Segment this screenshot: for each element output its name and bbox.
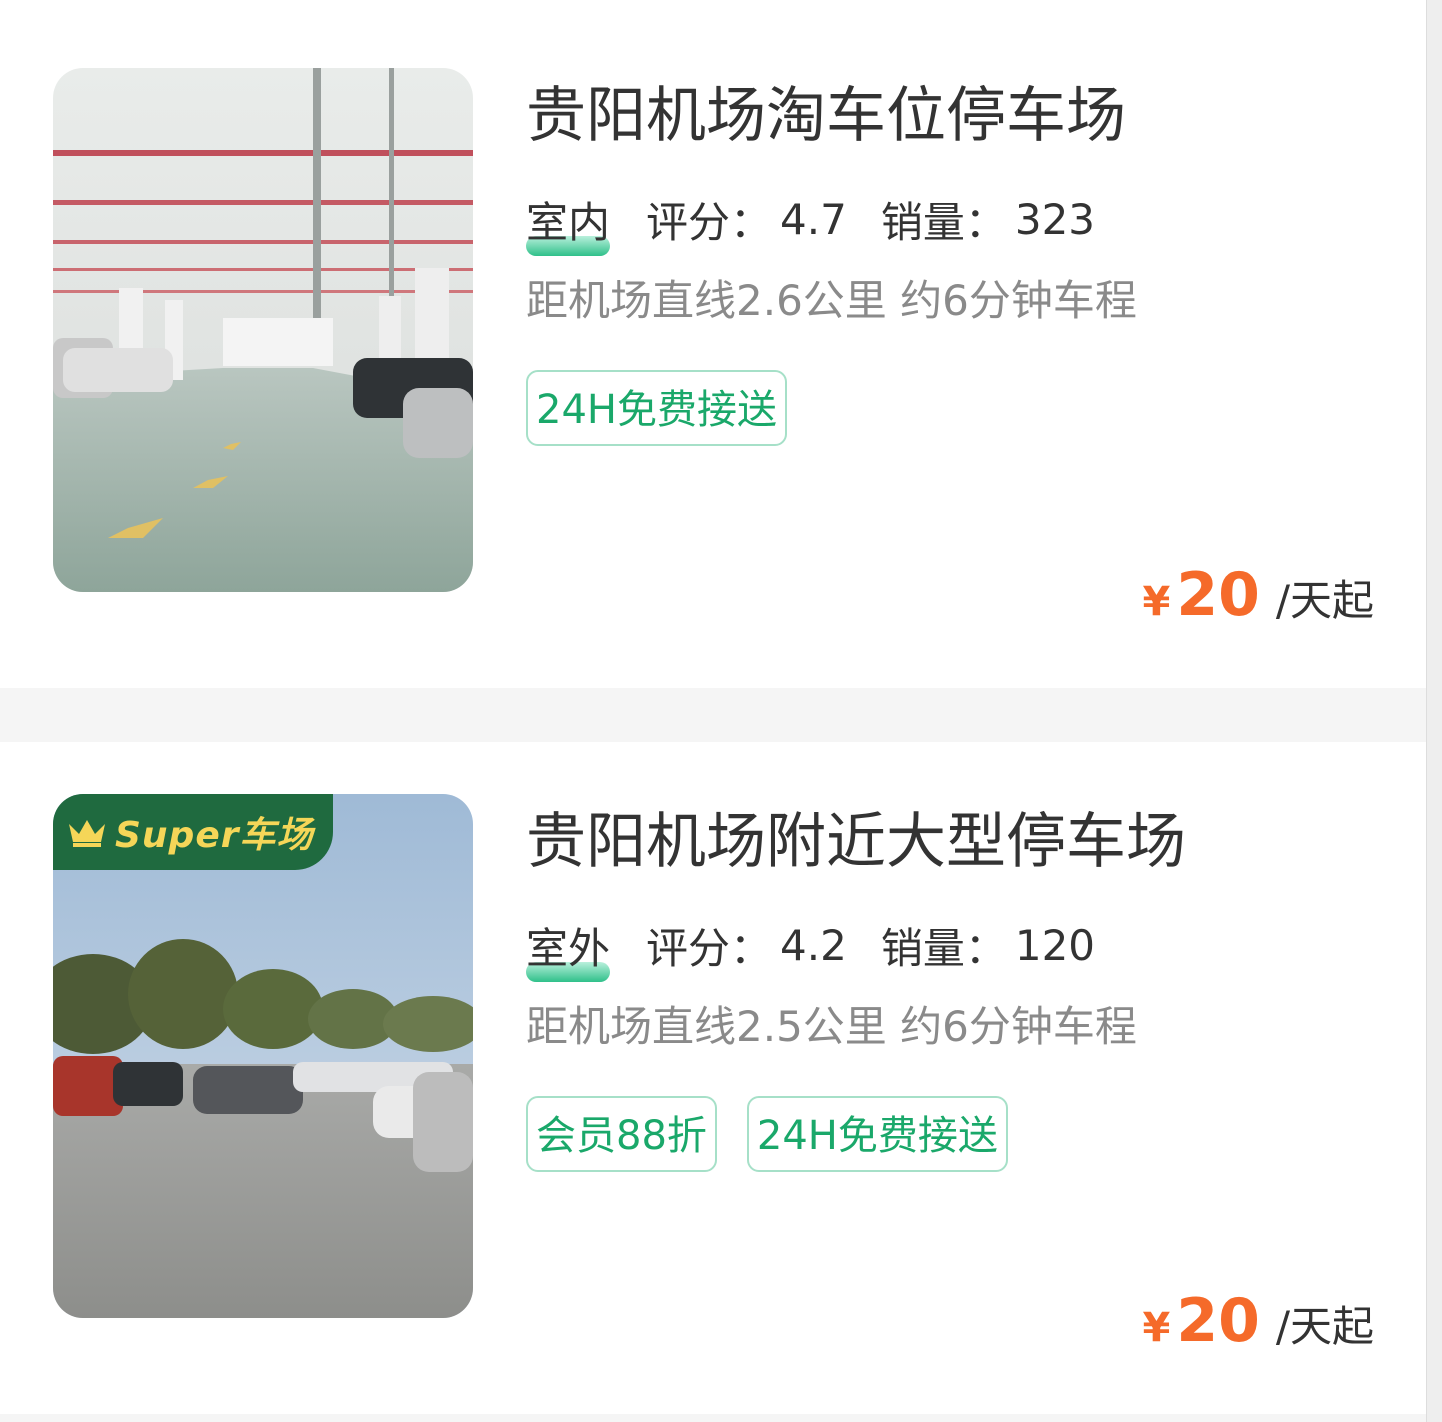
distance-text: 距机场直线2.5公里 约6分钟车程 [526, 1002, 1137, 1051]
scrollbar[interactable] [1426, 0, 1442, 1422]
feature-tags: 24H免费接送 [526, 370, 1390, 446]
sales-value: 323 [1014, 194, 1096, 244]
type-label: 室内 [526, 197, 611, 247]
type-tag: 室内 [526, 189, 611, 256]
super-parking-badge: Super车场 [53, 794, 333, 870]
feature-tag: 24H免费接送 [746, 1096, 1008, 1172]
parking-card[interactable]: 贵阳机场淘车位停车场 室内 评分： 4.7 销量： 323 距机场直线2.6公里… [0, 0, 1426, 688]
feature-tags: 会员88折 24H免费接送 [526, 1096, 1390, 1172]
price-value: 20 [1176, 560, 1260, 630]
price-currency: ¥ [1142, 1305, 1171, 1351]
rating-value: 4.7 [780, 194, 847, 244]
type-tag: 室外 [526, 915, 611, 982]
parking-info: 贵阳机场附近大型停车场 室外 评分： 4.2 销量： 120 距机场直线2.5公… [526, 804, 1390, 1172]
parking-list-page: 贵阳机场淘车位停车场 室内 评分： 4.7 销量： 323 距机场直线2.6公里… [0, 0, 1442, 1422]
type-label: 室外 [526, 923, 611, 973]
price: ¥ 20 /天起 [1143, 560, 1375, 630]
parking-name: 贵阳机场附近大型停车场 [526, 807, 1186, 877]
sales-value: 120 [1014, 920, 1096, 970]
parking-info: 贵阳机场淘车位停车场 室内 评分： 4.7 销量： 323 距机场直线2.6公里… [526, 78, 1390, 446]
outdoor-lot-photo: Super车场 [53, 794, 473, 1318]
rating-label: 评分： [646, 923, 773, 973]
price-unit: /天起 [1275, 576, 1374, 625]
meta-row: 室内 评分： 4.7 销量： 323 [526, 194, 1390, 256]
price-unit: /天起 [1275, 1302, 1374, 1351]
crown-icon [69, 820, 105, 847]
meta-row: 室外 评分： 4.2 销量： 120 [526, 920, 1390, 982]
distance-text: 距机场直线2.6公里 约6分钟车程 [526, 276, 1137, 325]
sales-label: 销量： [880, 197, 1007, 247]
feature-tag: 24H免费接送 [526, 370, 787, 446]
price: ¥ 20 /天起 [1143, 1286, 1375, 1356]
parking-card[interactable]: Super车场 贵阳机场附近大型停车场 室外 评分： 4.2 销量： 120 距… [0, 742, 1426, 1414]
parking-name: 贵阳机场淘车位停车场 [526, 81, 1126, 151]
indoor-garage-photo [53, 68, 473, 592]
price-currency: ¥ [1142, 579, 1171, 625]
rating-label: 评分： [646, 197, 773, 247]
feature-tag: 会员88折 [526, 1096, 717, 1172]
super-badge-label: Super车场 [115, 815, 314, 856]
rating-value: 4.2 [780, 920, 847, 970]
price-value: 20 [1176, 1286, 1260, 1356]
sales-label: 销量： [880, 923, 1007, 973]
